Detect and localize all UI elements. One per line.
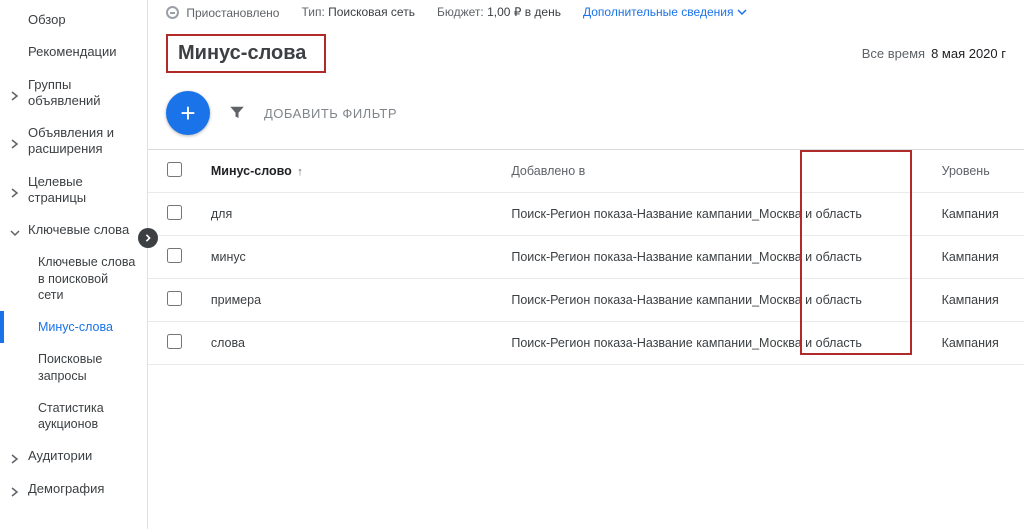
chevron-right-icon <box>10 89 18 97</box>
type-field: Тип: Поисковая сеть <box>301 5 415 19</box>
column-header-label: Уровень <box>942 164 990 178</box>
column-header-level[interactable]: Уровень <box>932 150 1024 193</box>
sidebar-item-adgroups[interactable]: Группы объявлений <box>0 69 147 118</box>
campaign-info-bar: Приостановлено Тип: Поисковая сеть Бюдже… <box>148 0 1024 24</box>
chevron-right-icon <box>10 485 18 493</box>
negative-keywords-table: Минус-слово ↑ Добавлено в Уровень Тип со… <box>148 150 1024 365</box>
plus-icon: + <box>180 98 195 129</box>
table-row[interactable]: минусПоиск-Регион показа-Название кампан… <box>148 236 1024 279</box>
sidebar-item-label: Обзор <box>28 12 66 28</box>
cell-level: Кампания <box>932 236 1024 279</box>
sidebar-item-label: Группы объявлений <box>28 77 137 110</box>
sidebar-sub-search-terms[interactable]: Поисковые запросы <box>0 343 147 392</box>
sidebar-item-label: Статистика аукционов <box>38 401 104 431</box>
cell-level: Кампания <box>932 279 1024 322</box>
sidebar-item-overview[interactable]: Обзор <box>0 4 147 36</box>
date-range-picker[interactable]: Все время 8 мая 2020 г <box>862 46 1006 61</box>
cell-keyword: слова <box>201 322 501 365</box>
cell-added-to: Поиск-Регион показа-Название кампании_Мо… <box>501 322 931 365</box>
sidebar-item-label: Ключевые слова в поисковой сети <box>38 255 135 302</box>
row-checkbox[interactable] <box>167 248 182 263</box>
table-row[interactable]: примераПоиск-Регион показа-Название камп… <box>148 279 1024 322</box>
sidebar-item-landing-pages[interactable]: Целевые страницы <box>0 166 147 215</box>
sidebar-item-label: Демография <box>28 481 104 497</box>
sidebar-sub-auction-insights[interactable]: Статистика аукционов <box>0 392 147 441</box>
toolbar: + ДОБАВИТЬ ФИЛЬТР <box>148 85 1024 149</box>
cell-added-to: Поиск-Регион показа-Название кампании_Мо… <box>501 193 931 236</box>
cell-added-to: Поиск-Регион показа-Название кампании_Мо… <box>501 279 931 322</box>
row-checkbox-cell <box>148 279 201 322</box>
table-header-row: Минус-слово ↑ Добавлено в Уровень Тип со… <box>148 150 1024 193</box>
column-header-label: Добавлено в <box>511 164 585 178</box>
chevron-right-icon <box>10 186 18 194</box>
sidebar-collapse-handle[interactable] <box>138 228 158 248</box>
chevron-down-icon <box>10 226 18 234</box>
add-filter-label[interactable]: ДОБАВИТЬ ФИЛЬТР <box>264 106 397 121</box>
chevron-down-icon <box>737 7 747 17</box>
column-header-added-to[interactable]: Добавлено в <box>501 150 931 193</box>
cell-level: Кампания <box>932 193 1024 236</box>
date-range-prefix: Все время <box>862 46 925 61</box>
column-header-label: Минус-слово <box>211 164 292 178</box>
chevron-right-icon <box>144 234 152 242</box>
add-button[interactable]: + <box>166 91 210 135</box>
status-text: Приостановлено <box>186 6 279 20</box>
cell-keyword: примера <box>201 279 501 322</box>
negative-keywords-table-wrapper: Минус-слово ↑ Добавлено в Уровень Тип со… <box>148 149 1024 529</box>
budget-value: 1,00 ₽ в день <box>487 5 561 19</box>
main-content: Приостановлено Тип: Поисковая сеть Бюдже… <box>148 0 1024 529</box>
sidebar-item-audiences[interactable]: Аудитории <box>0 440 147 472</box>
sidebar-item-demographics[interactable]: Демография <box>0 473 147 505</box>
sidebar-item-label: Минус-слова <box>38 320 113 334</box>
more-details-link[interactable]: Дополнительные сведения <box>583 5 747 19</box>
paused-icon <box>166 6 179 19</box>
column-header-keyword[interactable]: Минус-слово ↑ <box>201 150 501 193</box>
sidebar-item-label: Аудитории <box>28 448 92 464</box>
type-label: Тип: <box>301 5 324 19</box>
sidebar: Обзор Рекомендации Группы объявлений Объ… <box>0 0 148 529</box>
type-value: Поисковая сеть <box>328 5 415 19</box>
cell-keyword: для <box>201 193 501 236</box>
row-checkbox[interactable] <box>167 205 182 220</box>
date-range-value: 8 мая 2020 г <box>931 46 1006 61</box>
select-all-checkbox[interactable] <box>167 162 182 177</box>
sidebar-item-label: Поисковые запросы <box>38 352 102 382</box>
title-row: Минус-слова Все время 8 мая 2020 г <box>148 24 1024 85</box>
row-checkbox[interactable] <box>167 291 182 306</box>
chevron-right-icon <box>10 452 18 460</box>
sidebar-item-ads-extensions[interactable]: Объявления и расширения <box>0 117 147 166</box>
page-title: Минус-слова <box>166 34 326 73</box>
sort-asc-icon: ↑ <box>297 166 303 178</box>
sidebar-item-keywords[interactable]: Ключевые слова <box>0 214 147 246</box>
sidebar-item-recommendations[interactable]: Рекомендации <box>0 36 147 68</box>
sidebar-item-label: Объявления и расширения <box>28 125 137 158</box>
row-checkbox-cell <box>148 193 201 236</box>
row-checkbox-cell <box>148 322 201 365</box>
cell-keyword: минус <box>201 236 501 279</box>
cell-added-to: Поиск-Регион показа-Название кампании_Мо… <box>501 236 931 279</box>
chevron-right-icon <box>10 137 18 145</box>
budget-field: Бюджет: 1,00 ₽ в день <box>437 5 561 19</box>
budget-label: Бюджет: <box>437 5 484 19</box>
table-row[interactable]: словаПоиск-Регион показа-Название кампан… <box>148 322 1024 365</box>
table-row[interactable]: дляПоиск-Регион показа-Название кампании… <box>148 193 1024 236</box>
cell-level: Кампания <box>932 322 1024 365</box>
select-all-header <box>148 150 201 193</box>
sidebar-sub-negative-keywords[interactable]: Минус-слова <box>0 311 147 343</box>
status-badge: Приостановлено <box>166 4 279 20</box>
sidebar-item-label: Целевые страницы <box>28 174 137 207</box>
sidebar-item-label: Ключевые слова <box>28 222 129 238</box>
sidebar-item-label: Рекомендации <box>28 44 117 60</box>
filter-icon[interactable] <box>228 103 246 124</box>
row-checkbox[interactable] <box>167 334 182 349</box>
sidebar-sub-search-keywords[interactable]: Ключевые слова в поисковой сети <box>0 246 147 311</box>
more-details-label: Дополнительные сведения <box>583 5 733 19</box>
